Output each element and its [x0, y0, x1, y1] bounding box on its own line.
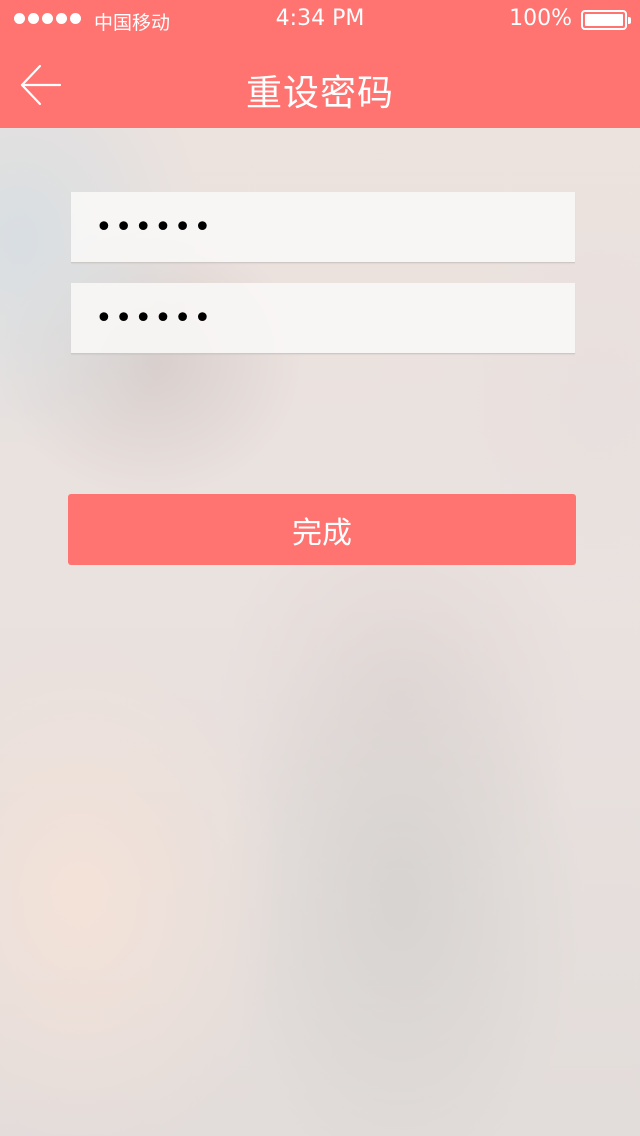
new-password-field[interactable]: [71, 192, 575, 263]
page-title: 重设密码: [245, 73, 394, 114]
new-password-input[interactable]: [71, 192, 575, 262]
done-button[interactable]: 完成: [68, 494, 576, 565]
battery-percent: 100%: [509, 6, 572, 31]
status-bar: 中国移动 4:34 PM 100%: [0, 0, 640, 40]
battery-icon: [581, 10, 631, 30]
blurred-background: [0, 0, 640, 1136]
confirm-password-input[interactable]: [71, 283, 575, 353]
nav-bar: 重设密码: [0, 40, 640, 128]
confirm-password-field[interactable]: [71, 283, 575, 354]
